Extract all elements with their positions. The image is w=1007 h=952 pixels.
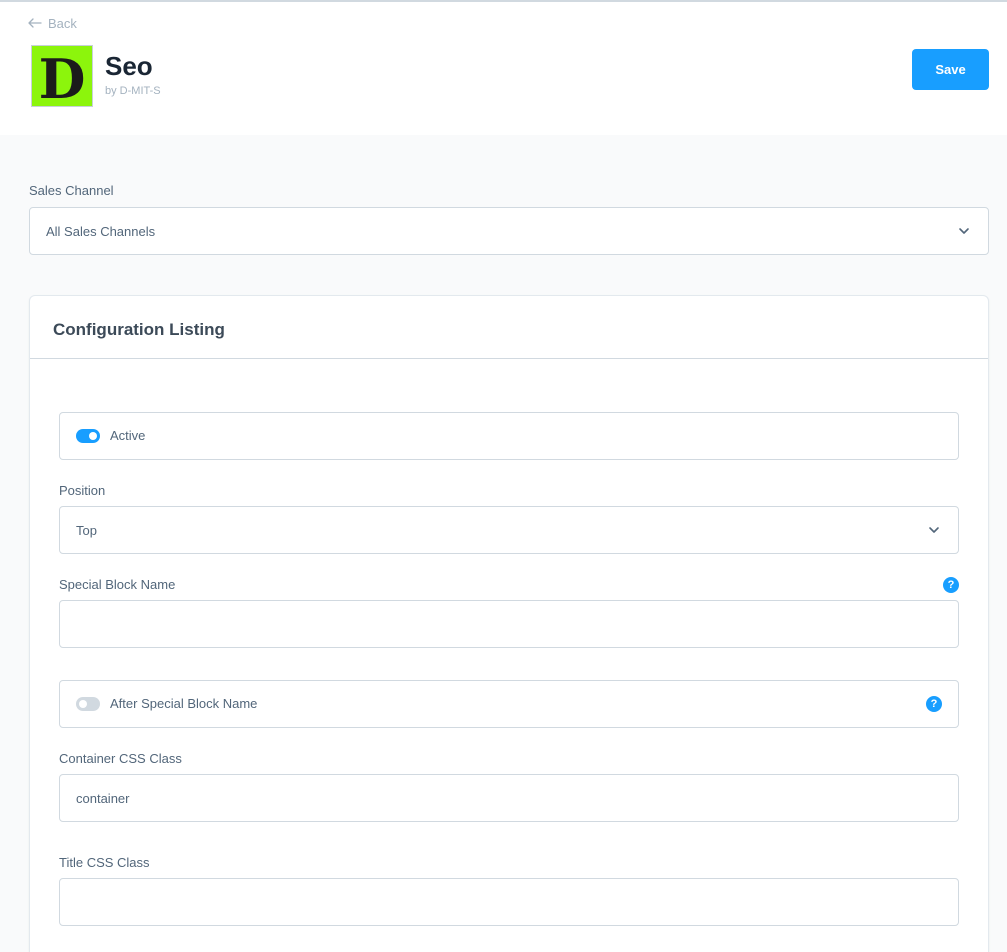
position-value: Top [76,522,97,538]
sales-channel-select[interactable]: All Sales Channels [29,207,989,255]
help-icon[interactable]: ? [943,577,959,593]
logo-letter: D [39,47,86,106]
app-header: Back D Seo by D-MIT-S Save [0,2,1007,135]
sales-channel-label: Sales Channel [29,183,114,198]
title-css-class-label: Title CSS Class [59,855,150,870]
after-special-block-name-field: After Special Block Name ? [59,680,959,728]
chevron-down-icon [958,225,970,240]
active-label: Active [110,428,146,443]
back-link[interactable]: Back [28,14,77,32]
help-icon[interactable]: ? [926,696,942,712]
app-vendor: by D-MIT-S [105,85,161,97]
save-button[interactable]: Save [912,49,989,90]
container-css-class-input[interactable] [59,774,959,822]
card-divider [30,358,988,359]
card-title: Configuration Listing [53,320,225,339]
position-select[interactable]: Top [59,506,959,554]
app-title: Seo [105,51,153,81]
after-special-block-name-toggle[interactable] [76,697,100,711]
position-label: Position [59,483,106,498]
configuration-card: Configuration Listing Active Position To… [29,295,989,952]
chevron-down-icon [928,524,940,539]
sales-channel-value: All Sales Channels [46,223,156,239]
container-css-class-label: Container CSS Class [59,751,182,766]
active-field: Active [59,412,959,460]
arrow-left-icon [28,18,42,28]
back-label: Back [48,15,77,31]
app-logo: D [31,45,93,107]
special-block-name-label: Special Block Name [59,577,176,592]
title-css-class-input[interactable] [59,878,959,926]
active-toggle[interactable] [76,429,100,443]
special-block-name-input[interactable] [59,600,959,648]
after-special-block-name-label: After Special Block Name [110,696,258,711]
